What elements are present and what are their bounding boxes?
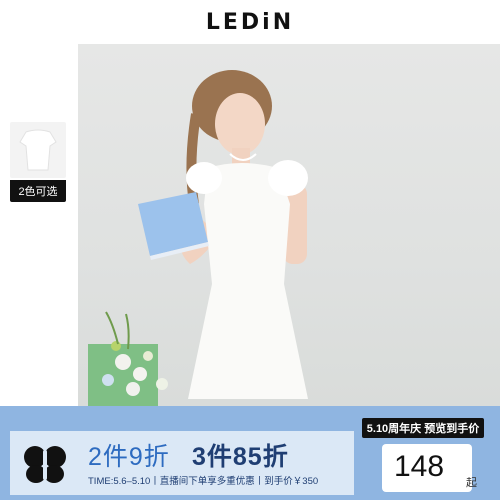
dress-thumbnail-icon <box>19 129 57 171</box>
anniversary-promo-tag: 5.10周年庆 预览到手价 <box>362 418 484 438</box>
price-unit: 起 <box>466 477 477 489</box>
brand-logo: LEDiN <box>205 9 295 35</box>
offer-three-items: 3件85折 <box>192 443 289 471</box>
product-photo[interactable] <box>78 44 500 406</box>
color-options-badge[interactable]: 2色可选 <box>10 180 66 202</box>
promo-fine-print: TIME:5.6–5.10丨直播间下单享多重优惠丨到手价￥350 <box>88 476 319 487</box>
model-illustration <box>88 70 308 406</box>
price-value: 148 <box>394 450 445 483</box>
color-variant-thumbnail[interactable] <box>10 122 66 178</box>
offer-two-items: 2件9折 <box>88 443 170 471</box>
butterfly-icon <box>24 446 66 483</box>
